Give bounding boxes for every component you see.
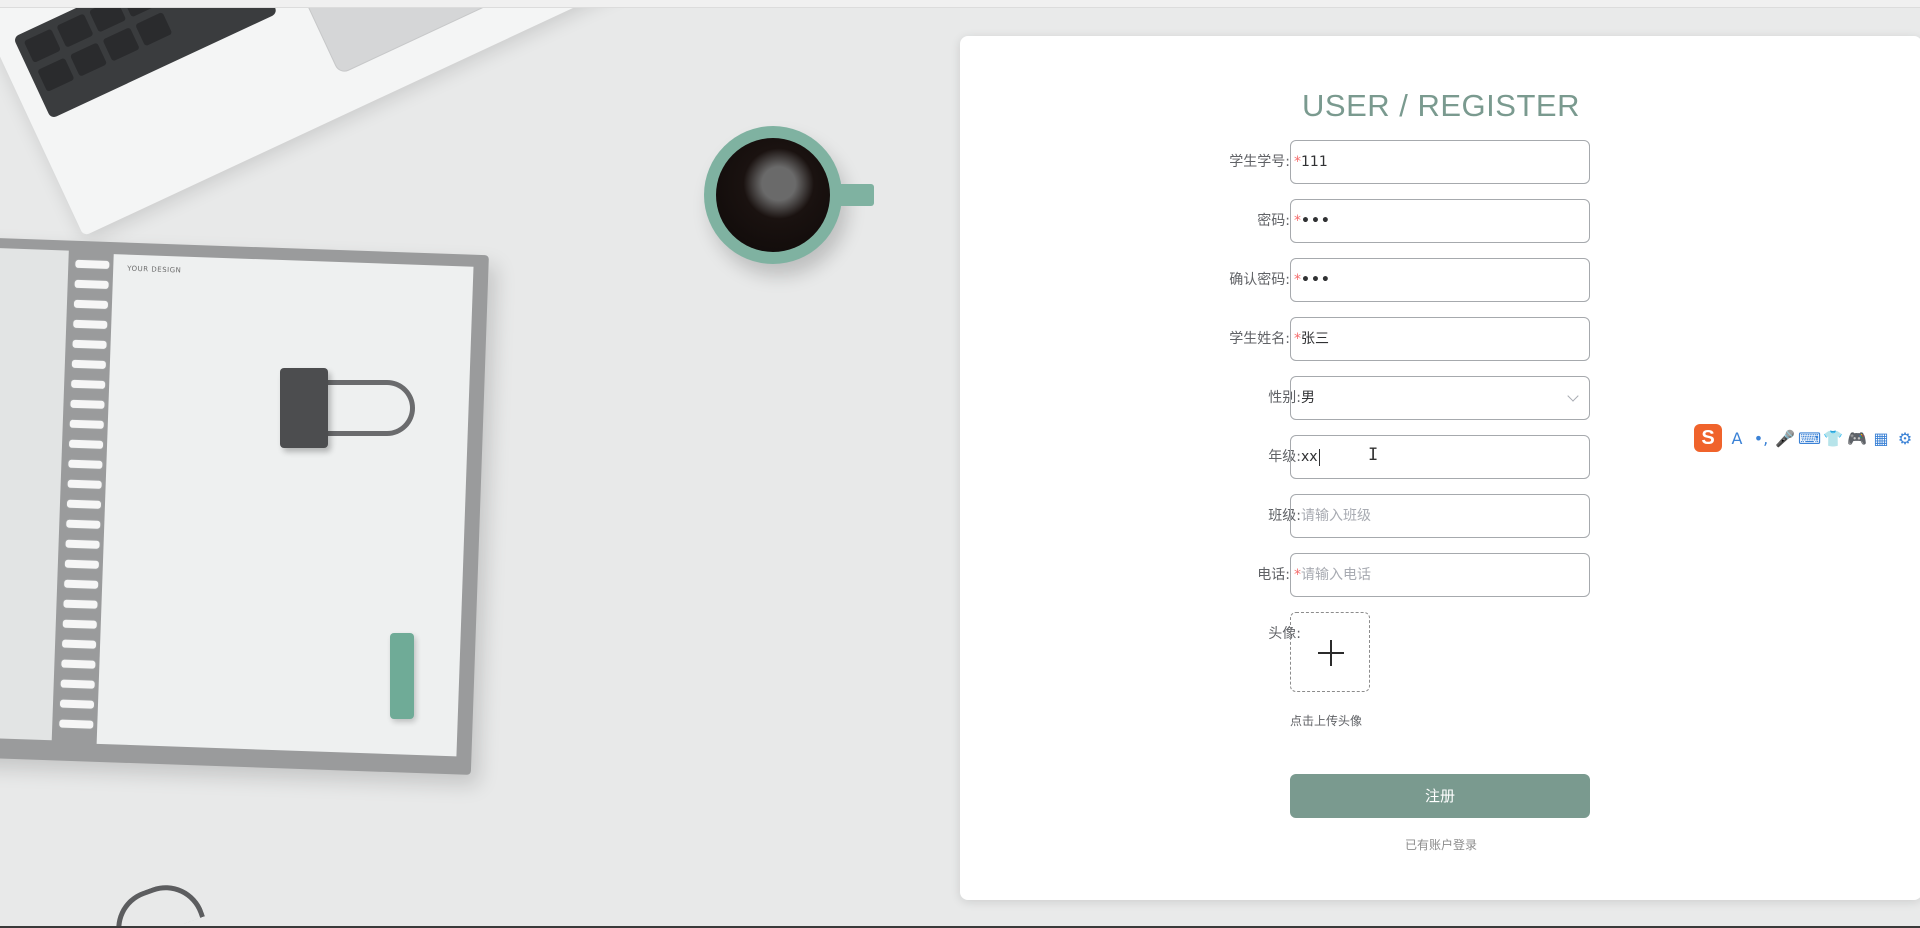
ime-apps-icon[interactable]: ▦ xyxy=(1870,428,1892,450)
coffee-cup-illustration xyxy=(704,126,874,264)
avatar-upload-hint: 点击上传头像 xyxy=(1290,714,1363,728)
register-button[interactable]: 注册 xyxy=(1290,774,1590,818)
avatar-upload-button[interactable] xyxy=(1290,612,1370,692)
phone-input[interactable]: 请输入电话 xyxy=(1290,553,1590,597)
laptop-illustration xyxy=(0,8,809,237)
form-row-gender: 性别: 男 xyxy=(960,376,1920,420)
student-id-input[interactable]: 111 xyxy=(1290,140,1590,184)
confirm-password-input[interactable]: ••• xyxy=(1290,258,1590,302)
ime-settings-icon[interactable]: ⚙ xyxy=(1894,428,1916,450)
password-value: ••• xyxy=(1301,213,1331,229)
eraser-illustration xyxy=(390,633,414,719)
binder-clip-illustration xyxy=(280,368,328,448)
ime-keyboard-icon[interactable]: ⌨ xyxy=(1798,428,1821,450)
password-input[interactable]: ••• xyxy=(1290,199,1590,243)
form-row-student-id: 学生学号: * 111 xyxy=(960,140,1920,184)
chevron-down-icon xyxy=(1567,390,1579,402)
ime-microphone-icon[interactable]: 🎤 xyxy=(1774,428,1796,450)
register-card: USER / REGISTER 学生学号: * 111 密码: * ••• 确认密码… xyxy=(960,36,1920,900)
confirm-password-value: ••• xyxy=(1301,272,1331,288)
class-input[interactable]: 请输入班级 xyxy=(1290,494,1590,538)
ime-toolbar: S A •, 🎤 ⌨ 👕 🎮 ▦ ⚙ xyxy=(1694,424,1920,454)
grade-value: xx xyxy=(1301,448,1320,466)
ime-skin-icon[interactable]: 👕 xyxy=(1822,428,1844,450)
form-row-confirm-password: 确认密码: * ••• xyxy=(960,258,1920,302)
login-link: 已有账户登录 xyxy=(960,836,1920,853)
page-title: USER / REGISTER xyxy=(1302,88,1580,123)
binder-clip-wire xyxy=(318,380,415,436)
student-name-input[interactable]: 张三 xyxy=(1290,317,1590,361)
notebook-illustration: YOUR DESIGN xyxy=(0,237,489,775)
sogou-logo-icon[interactable]: S xyxy=(1694,424,1722,452)
trackpad-illustration xyxy=(283,8,568,75)
student-name-value: 张三 xyxy=(1301,331,1329,347)
form-row-student-name: 学生姓名: * 张三 xyxy=(960,317,1920,361)
gender-value: 男 xyxy=(1301,390,1315,406)
form-row-class: 班级: 请输入班级 xyxy=(960,494,1920,538)
form-row-password: 密码: * ••• xyxy=(960,199,1920,243)
student-id-value: 111 xyxy=(1301,154,1328,170)
gender-select[interactable]: 男 xyxy=(1290,376,1590,420)
class-placeholder: 请输入班级 xyxy=(1301,508,1371,524)
form-row-phone: 电话: * 请输入电话 xyxy=(960,553,1920,597)
ime-game-icon[interactable]: 🎮 xyxy=(1846,428,1868,450)
login-link-text[interactable]: 已有账户登录 xyxy=(1405,838,1477,852)
ime-font-icon[interactable]: A xyxy=(1726,428,1748,450)
ime-punctuation-icon[interactable]: •, xyxy=(1750,428,1772,450)
notebook-brand-text: YOUR DESIGN xyxy=(127,264,182,275)
text-cursor-icon: I xyxy=(1368,445,1379,465)
background-desk-image: YOUR DESIGN xyxy=(0,8,960,926)
form-row-avatar: 头像: xyxy=(960,612,1920,692)
text-caret xyxy=(1318,448,1320,466)
binder-clip-bottom-illustration xyxy=(105,873,205,926)
phone-placeholder: 请输入电话 xyxy=(1301,567,1371,583)
window-top-bar xyxy=(0,0,1920,8)
keyboard-illustration xyxy=(13,8,278,119)
grade-input[interactable]: xx I xyxy=(1290,435,1590,479)
